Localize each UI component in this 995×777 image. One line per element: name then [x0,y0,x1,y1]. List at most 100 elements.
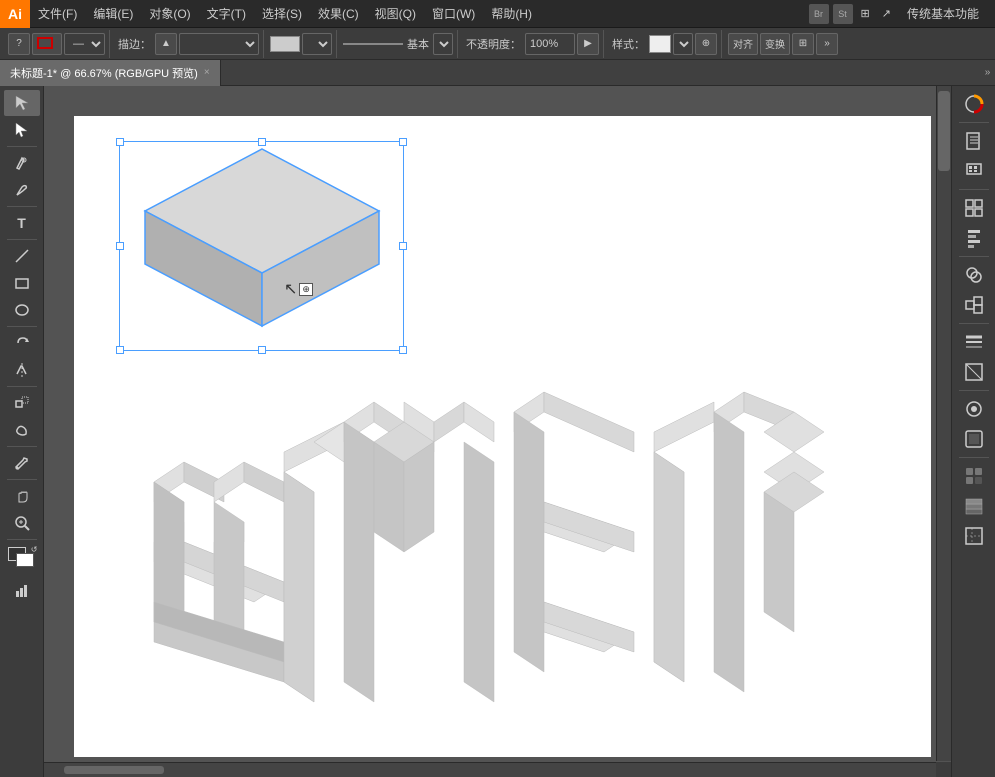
pencil-tool[interactable] [4,177,40,203]
type-tool[interactable]: T [4,210,40,236]
main-area: T [0,86,995,777]
artboards-panel-btn[interactable] [956,522,992,550]
right-sep-3 [959,256,989,257]
hscroll-thumb[interactable] [64,766,164,774]
tab-title: 未标题-1* @ 66.67% (RGB/GPU 预览) [10,65,198,81]
menu-help[interactable]: 帮助(H) [483,0,540,28]
line-tool[interactable] [4,243,40,269]
shapebuilder-btn[interactable] [956,291,992,319]
warp-tool[interactable] [4,417,40,443]
tool-separator-4 [7,326,37,327]
chart-tool[interactable] [4,578,40,604]
appearance-panel-btn[interactable] [956,395,992,423]
stroke-panel-btn[interactable] [956,328,992,356]
fill-select[interactable] [302,33,332,55]
menu-effect[interactable]: 效果(C) [310,0,367,28]
help-button[interactable]: ? [8,33,30,55]
right-sep-4 [959,323,989,324]
pages-panel-btn[interactable] [956,127,992,155]
artboard: ↖ ⊕ [74,116,931,757]
document-tab[interactable]: 未标题-1* @ 66.67% (RGB/GPU 预览) × [0,60,221,86]
stroke-line-preview[interactable] [343,43,403,45]
menu-select[interactable]: 选择(S) [254,0,310,28]
uimeir-svg [134,362,834,752]
opacity-expand-btn[interactable]: ▶ [577,33,599,55]
tab-bar: 未标题-1* @ 66.67% (RGB/GPU 预览) × » [0,60,995,86]
color-panel-btn[interactable] [956,90,992,118]
transparency-panel-btn[interactable] [956,358,992,386]
align-panel-btn[interactable] [956,224,992,252]
right-sep-6 [959,457,989,458]
style-label: 样式： [610,36,647,52]
stroke-up-btn[interactable]: ▲ [155,33,177,55]
arrange-btn[interactable]: ⊞ [792,33,814,55]
hand-tool[interactable] [4,483,40,509]
right-sep-2 [959,189,989,190]
rect-tool[interactable] [4,270,40,296]
send-icon: ↗ [878,7,895,20]
toolbar: ? — 描边： ▲ 基本 不透明度： ▶ 样式： [0,28,995,60]
more-btn[interactable]: » [816,33,838,55]
menu-window[interactable]: 窗口(W) [424,0,483,28]
fill-color-box[interactable] [270,36,300,52]
menu-bar: Ai 文件(F) 编辑(E) 对象(O) 文字(T) 选择(S) 效果(C) 视… [0,0,995,28]
horizontal-scrollbar[interactable] [44,762,936,777]
layers-panel-btn[interactable] [956,492,992,520]
opacity-input[interactable] [525,33,575,55]
pathfinder-panel-btn[interactable] [956,261,992,289]
app-logo: Ai [0,0,30,28]
menu-file[interactable]: 文件(F) [30,0,85,28]
tool-separator-7 [7,479,37,480]
stroke-type-select[interactable]: — [64,33,105,55]
tool-separator-1 [7,146,37,147]
ellipse-tool[interactable] [4,297,40,323]
canvas-content: ↖ ⊕ [74,116,931,757]
opacity-label: 不透明度： [464,36,523,52]
fill-stroke-widget[interactable]: ↺ [4,545,40,575]
bridge-icon[interactable]: Br [809,4,829,24]
selection-tool[interactable] [4,90,40,116]
tab-close-btn[interactable]: × [204,67,210,78]
export-panel-btn[interactable] [956,157,992,185]
menu-object[interactable]: 对象(O) [141,0,198,28]
selected-object-group[interactable]: ↖ ⊕ [119,141,409,356]
stroke-color-btn[interactable] [32,33,62,55]
left-toolbar: T [0,86,44,777]
menu-view[interactable]: 视图(Q) [367,0,424,28]
menu-edit[interactable]: 编辑(E) [85,0,141,28]
canvas-area[interactable]: ↖ ⊕ [44,86,951,777]
menu-text[interactable]: 文字(T) [199,0,254,28]
uimeir-3d-text [134,362,911,752]
rotate-tool[interactable] [4,330,40,356]
iso-box-svg [119,141,404,351]
scroll-corner [936,762,951,777]
scroll-thumb[interactable] [938,91,950,171]
transform-btn[interactable]: 变换 [760,33,790,55]
vertical-scrollbar[interactable] [936,86,951,761]
stroke-label: 描边： [116,36,153,52]
transform-panel-btn[interactable] [956,194,992,222]
stroke-select[interactable] [179,33,259,55]
right-panel [951,86,995,777]
right-sep-5 [959,390,989,391]
tool-separator-6 [7,446,37,447]
style-select[interactable] [673,33,693,55]
pen-tool[interactable] [4,150,40,176]
scale-tool[interactable] [4,390,40,416]
tab-scroll-right[interactable]: » [980,67,995,78]
graphic-styles-btn[interactable] [956,425,992,453]
direct-select-tool[interactable] [4,117,40,143]
style-options-btn[interactable]: ⊕ [695,33,717,55]
symbols-panel-btn[interactable] [956,462,992,490]
eyedropper-tool[interactable] [4,450,40,476]
zoom-tool[interactable] [4,510,40,536]
align-btn[interactable]: 对齐 [728,33,758,55]
right-sep-1 [959,122,989,123]
reflect-tool[interactable] [4,357,40,383]
workspace-label[interactable]: 传统基本功能 [899,0,987,28]
stock-icon[interactable]: St [833,4,853,24]
line-select[interactable] [433,33,453,55]
tool-separator-8 [7,539,37,540]
style-color-box[interactable] [649,35,671,53]
workspace-icon: ⊞ [857,7,874,20]
